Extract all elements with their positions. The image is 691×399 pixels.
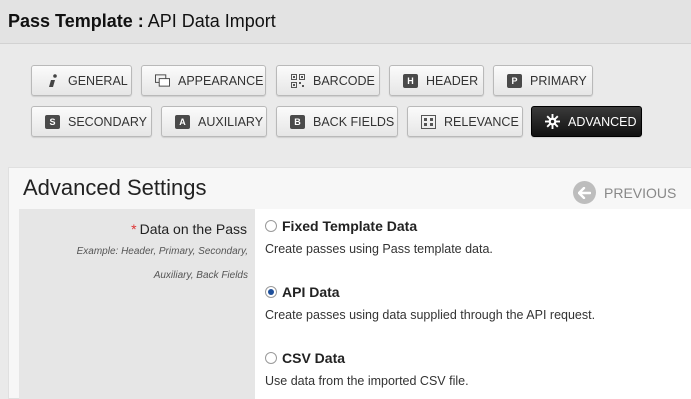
tab-secondary-label: SECONDARY <box>68 114 147 129</box>
letter-a-icon: A <box>175 114 190 129</box>
field-label: * Data on the Pass <box>131 221 247 237</box>
tab-barcode[interactable]: BARCODE <box>276 65 380 96</box>
tab-general[interactable]: GENERAL <box>31 65 132 96</box>
previous-label: PREVIOUS <box>604 184 677 201</box>
radio-csv-data[interactable] <box>265 352 277 364</box>
tab-secondary[interactable]: S SECONDARY <box>31 106 152 137</box>
field-example: Example: Header, Primary, Secondary, Aux… <box>60 240 248 288</box>
tab-back-fields[interactable]: B BACK FIELDS <box>276 106 398 137</box>
tab-header-label: HEADER <box>426 73 479 88</box>
option-description: Create passes using data supplied throug… <box>265 308 596 322</box>
tab-relevance[interactable]: RELEVANCE <box>407 106 523 137</box>
tab-primary[interactable]: P PRIMARY <box>493 65 593 96</box>
letter-b-icon: B <box>290 114 305 129</box>
option-title: Fixed Template Data <box>282 218 418 234</box>
tab-header[interactable]: H HEADER <box>389 65 484 96</box>
field-label-text: Data on the Pass <box>139 221 247 237</box>
option-description: Use data from the imported CSV file. <box>265 374 469 388</box>
option-description: Create passes using Pass template data. <box>265 242 493 256</box>
example-line-2: Auxiliary, Back Fields <box>153 270 248 281</box>
tab-advanced[interactable]: ADVANCED <box>531 106 642 137</box>
relevance-icon <box>421 114 436 129</box>
label-column <box>19 209 255 399</box>
tab-auxiliary[interactable]: A AUXILIARY <box>161 106 267 137</box>
option-title: API Data <box>282 284 340 300</box>
qr-code-icon <box>290 73 305 88</box>
page-title: Pass Template : API Data Import <box>8 11 276 32</box>
tab-barcode-label: BARCODE <box>313 73 375 88</box>
section-title: Advanced Settings <box>23 175 207 200</box>
required-marker: * <box>131 221 137 237</box>
radio-fixed-template-data[interactable] <box>265 220 277 232</box>
info-icon <box>45 73 60 88</box>
radio-api-data[interactable] <box>265 286 277 298</box>
example-line-1: Example: Header, Primary, Secondary, <box>76 246 248 257</box>
page-title-prefix: Pass Template : <box>8 11 144 31</box>
page-title-name: API Data Import <box>147 11 276 31</box>
tab-auxiliary-label: AUXILIARY <box>198 114 264 129</box>
letter-s-icon: S <box>45 114 60 129</box>
arrow-left-icon <box>573 181 596 204</box>
tab-advanced-label: ADVANCED <box>568 114 637 129</box>
previous-button[interactable]: PREVIOUS <box>573 181 676 204</box>
tab-general-label: GENERAL <box>68 73 128 88</box>
letter-h-icon: H <box>403 73 418 88</box>
tab-appearance-label: APPEARANCE <box>178 73 264 88</box>
tab-back-fields-label: BACK FIELDS <box>313 114 395 129</box>
tab-primary-label: PRIMARY <box>530 73 587 88</box>
tab-appearance[interactable]: APPEARANCE <box>141 65 266 96</box>
tab-relevance-label: RELEVANCE <box>444 114 519 129</box>
letter-p-icon: P <box>507 73 522 88</box>
option-title: CSV Data <box>282 350 346 366</box>
gear-icon <box>545 114 560 129</box>
appearance-icon <box>155 74 170 88</box>
